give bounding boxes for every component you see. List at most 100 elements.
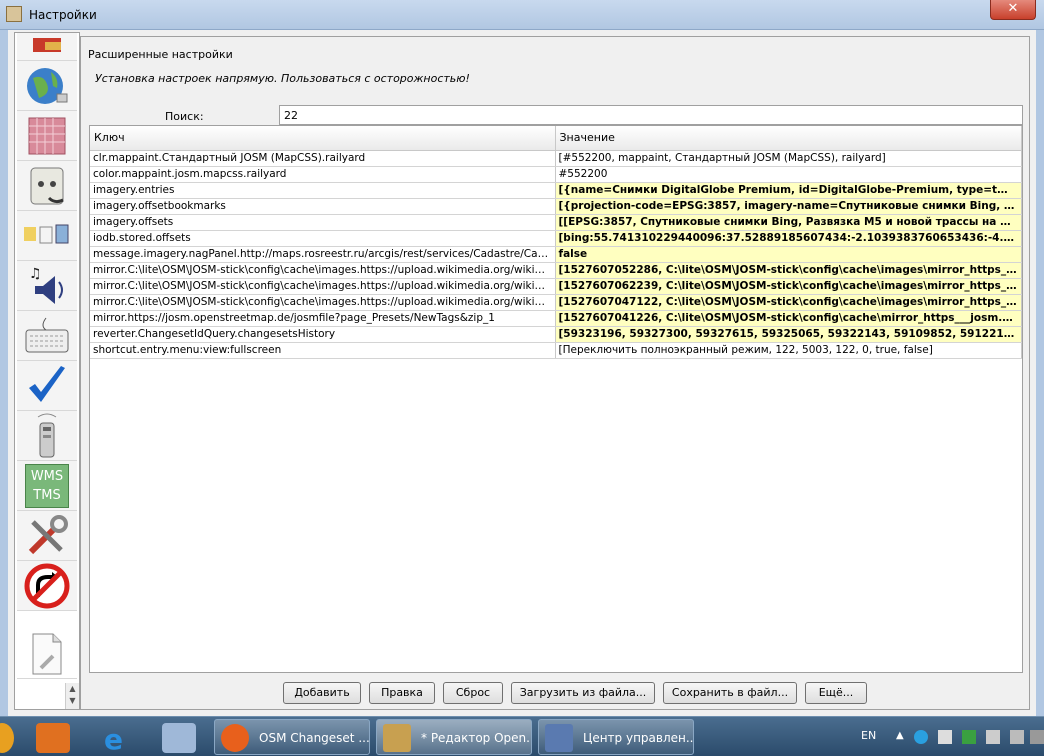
- taskbar-label: Центр управлен...: [583, 731, 694, 745]
- table-row[interactable]: mirror.C:\lite\OSM\JOSM-stick\config\cac…: [90, 262, 1022, 279]
- key-cell[interactable]: mirror.C:\lite\OSM\JOSM-stick\config\cac…: [90, 262, 556, 279]
- value-cell[interactable]: [[EPSG:3857, Спутниковые снимки Bing, Ра…: [555, 214, 1022, 231]
- table-row[interactable]: imagery.offsets [[EPSG:3857, Спутниковые …: [90, 214, 1022, 231]
- add-button[interactable]: Добавить: [283, 682, 361, 704]
- warning-text: Установка настроек напрямую. Пользоватьс…: [95, 72, 470, 85]
- toolbar-icon: [24, 224, 69, 243]
- svg-text:e: e: [104, 723, 123, 753]
- value-cell[interactable]: [1527607047122, C:\lite\OSM\JOSM-stick\c…: [555, 294, 1022, 311]
- key-cell[interactable]: mirror.https://josm.openstreetmap.de/jos…: [90, 310, 556, 327]
- internet-explorer-icon[interactable]: e: [100, 723, 134, 756]
- table-row[interactable]: shortcut.entry.menu:view:fullscreen [Пере…: [90, 342, 1022, 359]
- validator-check-icon: [29, 365, 65, 402]
- value-cell[interactable]: [#552200, mappaint, Стандартный JOSM (Ma…: [555, 150, 1022, 167]
- outlook-icon[interactable]: [36, 723, 70, 753]
- sidebar-item-map-paint[interactable]: [17, 33, 77, 61]
- value-cell[interactable]: [{projection-code=EPSG:3857, imagery-nam…: [555, 198, 1022, 215]
- taskbar-label: * Редактор Open...: [421, 731, 532, 745]
- save-to-file-button[interactable]: Сохранить в файл...: [663, 682, 797, 704]
- sidebar-item-turn-restrictions[interactable]: [17, 561, 77, 611]
- value-cell[interactable]: [59323196, 59327300, 59327615, 59325065,…: [555, 326, 1022, 343]
- key-cell[interactable]: clr.mappaint.Стандартный JOSM (MapCSS).r…: [90, 150, 556, 167]
- key-cell[interactable]: imagery.offsets: [90, 214, 556, 231]
- wms-label: WMS: [30, 468, 64, 484]
- table-row[interactable]: message.imagery.nagPanel.http://maps.ros…: [90, 246, 1022, 263]
- remote-desktop-icon[interactable]: [162, 723, 196, 753]
- value-cell[interactable]: [{name=Снимки DigitalGlobe Premium, id=D…: [555, 182, 1022, 199]
- sidebar-item-audio[interactable]: ♫: [17, 261, 77, 311]
- volume-icon[interactable]: [986, 730, 1000, 744]
- search-input[interactable]: [279, 105, 1023, 125]
- projection-grid-icon: [28, 117, 66, 154]
- map-paint-icon: [33, 37, 61, 52]
- key-cell[interactable]: mirror.C:\lite\OSM\JOSM-stick\config\cac…: [90, 294, 556, 311]
- sidebar-item-validator[interactable]: [17, 361, 77, 411]
- tms-label: TMS: [33, 487, 61, 503]
- load-from-file-button[interactable]: Загрузить из файла...: [511, 682, 655, 704]
- sidebar-item-wms-tms[interactable]: WMS TMS: [17, 461, 77, 511]
- battery-icon[interactable]: [1030, 730, 1044, 744]
- sidebar-item-tools[interactable]: [17, 511, 77, 561]
- value-cell[interactable]: [Переключить полноэкранный режим, 122, 5…: [555, 342, 1022, 359]
- key-cell[interactable]: iodb.stored.offsets: [90, 230, 556, 247]
- value-cell[interactable]: [1527607041226, C:\lite\OSM\JOSM-stick\c…: [555, 310, 1022, 327]
- window-title: Настройки: [29, 8, 97, 22]
- table-row[interactable]: iodb.stored.offsets [bing:55.741310229440…: [90, 230, 1022, 247]
- key-cell[interactable]: color.mappaint.josm.mapcss.railyard: [90, 166, 556, 183]
- search-label: Поиск:: [165, 110, 204, 123]
- table-row[interactable]: mirror.C:\lite\OSM\JOSM-stick\config\cac…: [90, 294, 1022, 311]
- taskbar-item-control-center[interactable]: Центр управлен...: [538, 719, 694, 755]
- button-bar: Добавить Правка Сброс Загрузить из файла…: [81, 682, 1029, 708]
- start-button[interactable]: [0, 723, 14, 753]
- wms-tms-icon: WMS TMS: [25, 463, 69, 508]
- sidebar-item-connection[interactable]: [17, 61, 77, 111]
- remote-control-icon: [37, 413, 57, 457]
- advanced-preferences-panel: Расширенные настройки Установка настроек…: [80, 36, 1030, 710]
- key-cell[interactable]: mirror.C:\lite\OSM\JOSM-stick\config\cac…: [90, 278, 556, 295]
- value-cell[interactable]: #552200: [555, 166, 1022, 183]
- sidebar-item-projection[interactable]: [17, 111, 77, 161]
- flag-icon[interactable]: [938, 730, 952, 744]
- table-row[interactable]: mirror.https://josm.openstreetmap.de/jos…: [90, 310, 1022, 327]
- edit-button[interactable]: Правка: [369, 682, 435, 704]
- language-indicator[interactable]: EN: [861, 729, 876, 742]
- column-header-key[interactable]: Ключ: [90, 126, 556, 151]
- value-cell[interactable]: [bing:55.741310229440096:37.528891856074…: [555, 230, 1022, 247]
- close-button[interactable]: ✕: [990, 0, 1036, 20]
- table-row[interactable]: reverter.ChangesetIdQuery.changesetsHist…: [90, 326, 1022, 343]
- network-icon[interactable]: [1010, 730, 1024, 744]
- window-frame-right: [1036, 30, 1044, 716]
- table-row[interactable]: clr.mappaint.Стандартный JOSM (MapCSS).r…: [90, 150, 1022, 167]
- app-icon: [6, 6, 22, 22]
- sidebar-item-toolbar[interactable]: [17, 211, 77, 261]
- sidebar-item-plugins[interactable]: [17, 161, 77, 211]
- column-header-value[interactable]: Значение: [555, 126, 1022, 151]
- svg-text:♫: ♫: [29, 266, 42, 282]
- update-icon[interactable]: [962, 730, 976, 744]
- audio-icon: ♫: [29, 266, 63, 304]
- taskbar-item-firefox[interactable]: OSM Changeset ...: [214, 719, 370, 755]
- taskbar-item-josm[interactable]: * Редактор Open...: [376, 719, 532, 755]
- key-cell[interactable]: shortcut.entry.menu:view:fullscreen: [90, 342, 556, 359]
- value-cell[interactable]: [1527607052286, C:\lite\OSM\JOSM-stick\c…: [555, 262, 1022, 279]
- key-cell[interactable]: reverter.ChangesetIdQuery.changesetsHist…: [90, 326, 556, 343]
- key-cell[interactable]: message.imagery.nagPanel.http://maps.ros…: [90, 246, 556, 263]
- no-turn-icon: [24, 563, 70, 608]
- more-button[interactable]: Ещё...: [805, 682, 867, 704]
- sidebar-scroll-buttons[interactable]: ▲ ▼: [65, 683, 79, 709]
- sidebar-item-advanced[interactable]: [17, 629, 77, 679]
- key-cell[interactable]: imagery.offsetbookmarks: [90, 198, 556, 215]
- show-hidden-icons-icon[interactable]: ▲: [896, 730, 910, 744]
- sidebar-item-remote-control[interactable]: [17, 411, 77, 461]
- key-cell[interactable]: imagery.entries: [90, 182, 556, 199]
- preferences-sidebar: ♫ WMS TMS ▲ ▼: [14, 32, 80, 710]
- value-cell[interactable]: false: [555, 246, 1022, 263]
- table-row[interactable]: imagery.offsetbookmarks [{projection-code…: [90, 198, 1022, 215]
- table-row[interactable]: imagery.entries [{name=Снимки DigitalGlob…: [90, 182, 1022, 199]
- sidebar-item-shortcuts[interactable]: [17, 311, 77, 361]
- telegram-icon[interactable]: [914, 730, 928, 744]
- table-row[interactable]: mirror.C:\lite\OSM\JOSM-stick\config\cac…: [90, 278, 1022, 295]
- table-row[interactable]: color.mappaint.josm.mapcss.railyard #5522…: [90, 166, 1022, 183]
- reset-button[interactable]: Сброс: [443, 682, 503, 704]
- value-cell[interactable]: [1527607062239, C:\lite\OSM\JOSM-stick\c…: [555, 278, 1022, 295]
